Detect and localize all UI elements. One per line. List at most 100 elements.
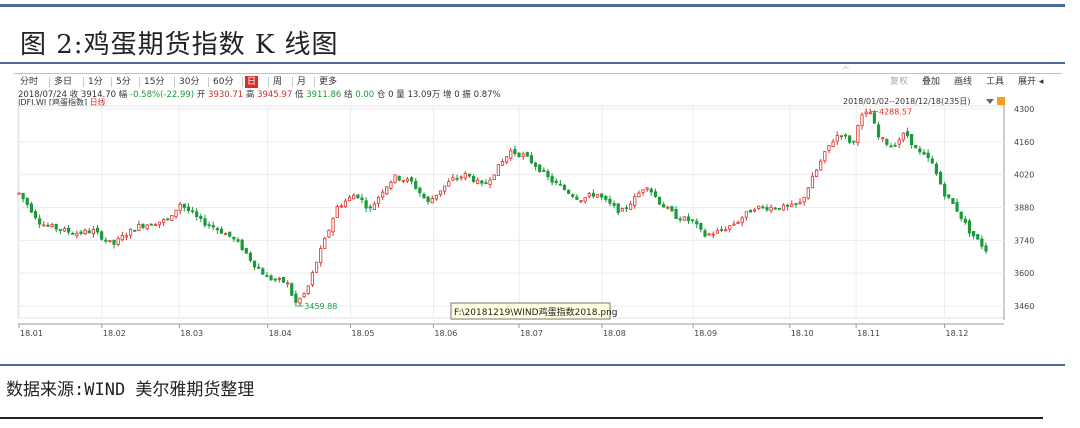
candle-body (257, 266, 261, 269)
candle-body (310, 272, 315, 286)
candle-body (666, 206, 670, 209)
candle-body (397, 175, 401, 181)
lock-icon (997, 97, 1005, 105)
candle-body (244, 247, 248, 254)
candle-body (777, 208, 781, 210)
candle-body (393, 174, 397, 183)
candle-body (781, 204, 786, 211)
candle-body (984, 245, 988, 252)
candle-body (814, 169, 819, 177)
x-tick-label: 18.10 (791, 329, 814, 338)
candle-body (843, 134, 848, 137)
candle-body (79, 231, 83, 234)
candle-body (943, 183, 947, 197)
candle-body (901, 132, 905, 141)
x-tick-label: 18.12 (946, 329, 969, 338)
max-annotation: 4288.57 (879, 108, 912, 117)
candle-body (430, 198, 434, 204)
candle-body (529, 155, 534, 164)
candle-body (463, 173, 467, 179)
candle-body (690, 219, 695, 222)
candle-body (286, 282, 290, 285)
candle-body (331, 218, 335, 233)
candle-body (277, 277, 281, 280)
candle-body (54, 223, 58, 230)
tooltip-text: F:\20181219\WIND鸡蛋指数2018.png (454, 306, 618, 318)
candle-body (500, 161, 505, 166)
candle-body (649, 188, 653, 193)
candle-body (389, 181, 393, 189)
candle-body (951, 198, 955, 204)
candle-body (347, 196, 352, 202)
y-tick-label: 4020 (1014, 171, 1034, 180)
candle-body (207, 224, 211, 227)
candle-body (740, 217, 744, 223)
candle-body (112, 239, 116, 245)
y-tick-label: 3740 (1014, 236, 1034, 245)
candle-body (604, 195, 608, 200)
candle-body (261, 268, 265, 275)
candle-body (352, 194, 356, 200)
candle-body (381, 191, 385, 198)
candle-body (265, 275, 269, 277)
candle-body (166, 218, 170, 221)
candle-body (554, 180, 558, 184)
candle-body (21, 192, 25, 200)
x-tick-label: 18.05 (352, 329, 375, 338)
candle-body (513, 149, 517, 155)
x-tick-label: 18.04 (269, 329, 292, 338)
candle-body (864, 111, 868, 115)
candle-body (934, 163, 939, 175)
candle-body (612, 203, 616, 206)
candle-body (240, 239, 244, 250)
candle-body (831, 141, 835, 148)
candle-body (422, 193, 426, 199)
candlestick-chart[interactable]: 3460 3600 3740 3880 4020 4160 4300 18.01 18.02 18… (14, 74, 1062, 344)
x-tick-label: 18.01 (20, 329, 43, 338)
candle-body (600, 193, 604, 198)
candle-body (174, 209, 178, 217)
candle-body (881, 137, 885, 140)
candle-body (980, 238, 984, 247)
candle-body (153, 224, 157, 227)
candle-body (525, 152, 529, 157)
candle-body (306, 285, 310, 294)
candle-body (868, 112, 872, 115)
candle-body (806, 187, 810, 199)
candle-body (897, 139, 901, 145)
candle-body (905, 131, 910, 136)
candle-body (178, 203, 182, 211)
candle-body (133, 229, 137, 232)
candle-body (728, 225, 732, 230)
candle-body (124, 235, 129, 238)
candle-body (95, 227, 100, 233)
candle-body (839, 135, 843, 138)
candle-body (58, 229, 62, 231)
x-tick-label: 18.06 (434, 329, 457, 338)
candle-body (385, 186, 389, 195)
x-tick-label: 18.09 (694, 329, 717, 338)
candle-body (798, 201, 802, 204)
candle-body (608, 198, 612, 204)
candle-body (633, 196, 637, 206)
candle-body (910, 134, 914, 146)
candle-body (91, 229, 95, 234)
candle-body (104, 239, 108, 242)
candle-body (558, 183, 562, 186)
candle-body (62, 228, 67, 232)
candle-body (471, 176, 476, 183)
candle-body (926, 152, 930, 158)
candle-body (46, 224, 50, 227)
candle-body (314, 261, 319, 273)
candle-body (856, 125, 860, 143)
candle-body (273, 278, 277, 281)
candle-body (356, 194, 360, 199)
candle-body (376, 196, 381, 204)
candle-body (645, 187, 649, 190)
x-tick-label: 18.08 (603, 329, 626, 338)
y-tick-label: 4160 (1014, 138, 1034, 147)
candle-body (872, 112, 877, 124)
bottom-rule (0, 364, 1065, 366)
candle-body (190, 210, 195, 213)
candle-body (827, 145, 831, 151)
